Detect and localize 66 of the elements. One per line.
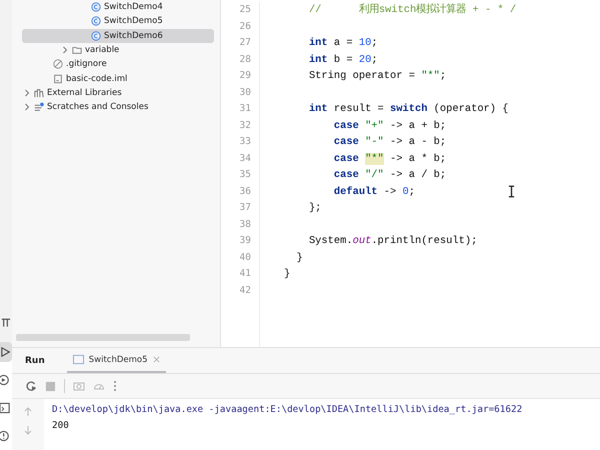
code-line: }; <box>308 202 322 214</box>
line-number: 28 <box>238 52 251 66</box>
rerun-icon[interactable] <box>25 380 37 392</box>
console-output: D:\develop\jdk\bin\java.exe -javaagent:E:\devlop\IDEA\IntelliJ\lib\idea_rt.jar=61622 <box>52 403 522 417</box>
chevron-icon[interactable] <box>23 88 31 97</box>
library-icon <box>34 88 44 98</box>
tree-item[interactable]: SwitchDemo4 <box>22 0 214 14</box>
line-number: 27 <box>238 36 251 50</box>
code-line: int result = switch (operator) { <box>308 103 508 115</box>
code-line: case "/" -> a / b; <box>332 169 446 181</box>
tool-icon[interactable] <box>0 316 11 328</box>
tree-item[interactable]: SwitchDemo6 <box>22 28 214 43</box>
code-line: } <box>284 268 290 280</box>
console-output: 200 <box>52 419 70 433</box>
line-number: 25 <box>238 3 251 17</box>
tree-item[interactable]: Scratches and Consoles <box>22 100 214 114</box>
chevron-icon[interactable] <box>61 46 69 54</box>
line-number: 37 <box>238 201 251 215</box>
run-tab[interactable]: SwitchDemo5 <box>66 348 166 373</box>
tree-item[interactable]: .gitignore <box>22 57 214 72</box>
terminal-icon[interactable] <box>0 402 11 414</box>
code-line: int b = 20; <box>308 54 378 66</box>
code-line: case "*" -> a * b; <box>332 152 446 164</box>
run-tool-button[interactable] <box>0 342 12 362</box>
chevron-icon[interactable] <box>23 103 31 112</box>
panel-title: Run <box>25 356 45 366</box>
close-icon[interactable] <box>152 356 160 363</box>
code-line: case "+" -> a + b; <box>332 120 446 132</box>
line-number: 41 <box>238 267 251 281</box>
line-number: 36 <box>238 184 251 198</box>
code-line: System.out.println(result); <box>308 235 478 247</box>
line-number: 30 <box>238 86 251 100</box>
code-line: case "-" -> a - b; <box>332 136 446 148</box>
line-number: 40 <box>238 250 251 264</box>
file-icon <box>53 74 63 84</box>
window-icon <box>72 354 84 365</box>
line-number: 38 <box>238 218 251 232</box>
line-number: 39 <box>238 234 251 248</box>
line-number: 42 <box>238 284 251 298</box>
tree-item[interactable]: SwitchDemo5 <box>22 14 214 29</box>
folder-icon <box>72 45 82 56</box>
services-icon[interactable] <box>0 374 11 386</box>
tree-item[interactable]: basic-code.iml <box>22 71 214 86</box>
code-line: default -> 0; <box>332 186 415 198</box>
code-line: int a = 10; <box>308 37 378 49</box>
line-number: 26 <box>238 20 251 34</box>
tree-item[interactable]: variable <box>22 42 214 58</box>
prohibited-icon <box>53 59 63 70</box>
class-icon <box>91 30 101 41</box>
scratches-icon <box>34 102 44 112</box>
line-number: 33 <box>238 135 251 149</box>
class-icon <box>91 16 101 26</box>
line-number: 29 <box>238 69 251 83</box>
line-number: 34 <box>238 152 251 166</box>
tree-item[interactable]: External Libraries <box>22 86 214 100</box>
problems-icon[interactable] <box>0 430 11 442</box>
line-number: 31 <box>238 102 251 116</box>
line-number: 35 <box>238 168 251 182</box>
code-line: // 利用switch模拟计算器 + - * / <box>308 4 516 16</box>
text-cursor-icon <box>508 185 515 198</box>
scrollbar[interactable] <box>16 334 190 341</box>
code-line: String operator = "*"; <box>308 70 446 82</box>
code-line: } <box>295 252 303 264</box>
line-number: 32 <box>238 118 251 132</box>
more-icon[interactable] <box>113 380 117 392</box>
class-icon <box>91 2 101 12</box>
